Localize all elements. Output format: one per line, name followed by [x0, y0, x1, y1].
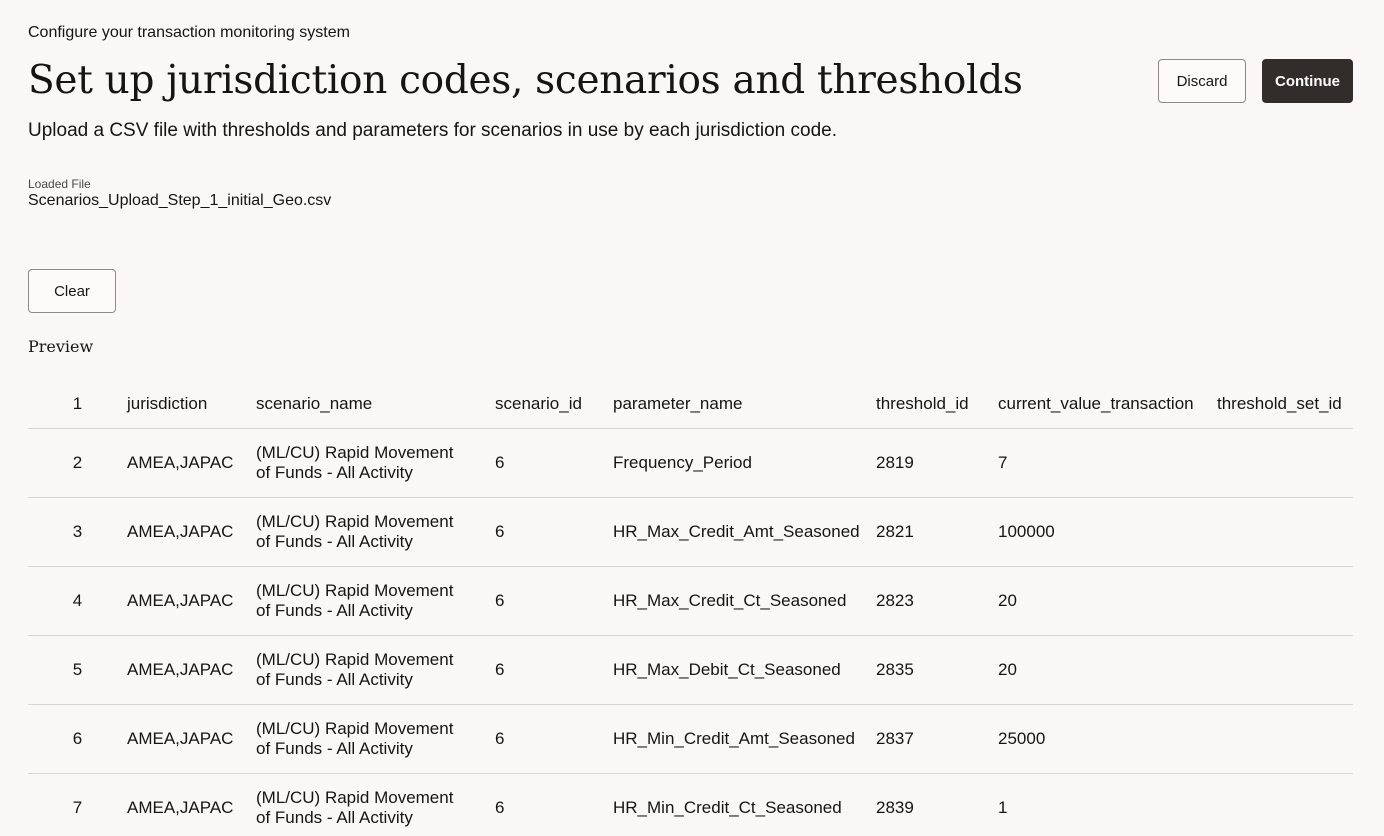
- cell-current-value: 25000: [998, 704, 1217, 774]
- cell-scenario-name: (ML/CU) Rapid Movement of Funds - All Ac…: [256, 566, 495, 636]
- cell-scenario-name: (ML/CU) Rapid Movement of Funds - All Ac…: [256, 635, 495, 705]
- cell-scenario-name: (ML/CU) Rapid Movement of Funds - All Ac…: [256, 773, 495, 836]
- scenario-name-text: (ML/CU) Rapid Movement of Funds - All Ac…: [256, 788, 454, 827]
- discard-button[interactable]: Discard: [1158, 59, 1246, 103]
- page-subtitle: Configure your transaction monitoring sy…: [28, 24, 350, 41]
- table-row: 2 AMEA,JAPAC (ML/CU) Rapid Movement of Fun…: [28, 428, 1353, 498]
- cell-current-value: 7: [998, 428, 1217, 498]
- page-title: Set up jurisdiction codes, scenarios and…: [28, 58, 1023, 103]
- continue-button[interactable]: Continue: [1262, 59, 1353, 103]
- cell-num: 6: [28, 704, 127, 774]
- cell-threshold-id: 2823: [876, 566, 998, 636]
- cell-jurisdiction: AMEA,JAPAC: [127, 635, 256, 705]
- cell-parameter-name: HR_Min_Credit_Amt_Seasoned: [613, 704, 876, 774]
- cell-current-value: 20: [998, 566, 1217, 636]
- cell-num: 3: [28, 497, 127, 567]
- cell-jurisdiction: AMEA,JAPAC: [127, 497, 256, 567]
- scenario-name-text: (ML/CU) Rapid Movement of Funds - All Ac…: [256, 719, 454, 758]
- cell-scenario-name: (ML/CU) Rapid Movement of Funds - All Ac…: [256, 497, 495, 567]
- cell-threshold-id: 2835: [876, 635, 998, 705]
- scenario-name-text: (ML/CU) Rapid Movement of Funds - All Ac…: [256, 581, 454, 620]
- loaded-file-label: Loaded File: [28, 177, 91, 191]
- cell-parameter-name: HR_Max_Credit_Amt_Seasoned: [613, 497, 876, 567]
- header-cell-threshold-set-id: threshold_set_id: [1217, 380, 1353, 429]
- table-row: 7 AMEA,JAPAC (ML/CU) Rapid Movement of Fun…: [28, 773, 1353, 836]
- cell-current-value: 100000: [998, 497, 1217, 567]
- header-cell-num: 1: [28, 380, 127, 429]
- header-actions: Discard Continue: [1158, 59, 1353, 103]
- cell-num: 4: [28, 566, 127, 636]
- cell-scenario-id: 6: [495, 773, 613, 836]
- table-row: 6 AMEA,JAPAC (ML/CU) Rapid Movement of Fun…: [28, 704, 1353, 774]
- cell-num: 7: [28, 773, 127, 836]
- cell-threshold-set-id: [1217, 566, 1353, 636]
- preview-table-body: 1 jurisdiction scenario_name scenario_id…: [28, 380, 1353, 836]
- cell-current-value: 1: [998, 773, 1217, 836]
- table-row: 4 AMEA,JAPAC (ML/CU) Rapid Movement of Fun…: [28, 566, 1353, 636]
- page-description: Upload a CSV file with thresholds and pa…: [28, 120, 837, 141]
- cell-num: 5: [28, 635, 127, 705]
- page: Configure your transaction monitoring sy…: [0, 0, 1384, 836]
- cell-parameter-name: HR_Max_Debit_Ct_Seasoned: [613, 635, 876, 705]
- cell-threshold-id: 2819: [876, 428, 998, 498]
- cell-parameter-name: Frequency_Period: [613, 428, 876, 498]
- cell-threshold-set-id: [1217, 635, 1353, 705]
- scenario-name-text: (ML/CU) Rapid Movement of Funds - All Ac…: [256, 443, 454, 482]
- clear-button[interactable]: Clear: [28, 269, 116, 313]
- scenario-name-text: (ML/CU) Rapid Movement of Funds - All Ac…: [256, 512, 454, 551]
- cell-jurisdiction: AMEA,JAPAC: [127, 566, 256, 636]
- cell-threshold-set-id: [1217, 773, 1353, 836]
- header-cell-scenario-name: scenario_name: [256, 380, 495, 429]
- cell-threshold-set-id: [1217, 704, 1353, 774]
- header-cell-scenario-id: scenario_id: [495, 380, 613, 429]
- cell-scenario-id: 6: [495, 497, 613, 567]
- table-row: 5 AMEA,JAPAC (ML/CU) Rapid Movement of Fun…: [28, 635, 1353, 705]
- cell-scenario-id: 6: [495, 566, 613, 636]
- cell-threshold-id: 2837: [876, 704, 998, 774]
- cell-jurisdiction: AMEA,JAPAC: [127, 428, 256, 498]
- scenario-name-text: (ML/CU) Rapid Movement of Funds - All Ac…: [256, 650, 454, 689]
- cell-threshold-id: 2839: [876, 773, 998, 836]
- cell-scenario-id: 6: [495, 428, 613, 498]
- cell-scenario-name: (ML/CU) Rapid Movement of Funds - All Ac…: [256, 704, 495, 774]
- cell-jurisdiction: AMEA,JAPAC: [127, 704, 256, 774]
- cell-jurisdiction: AMEA,JAPAC: [127, 773, 256, 836]
- cell-threshold-id: 2821: [876, 497, 998, 567]
- cell-current-value: 20: [998, 635, 1217, 705]
- header-cell-jurisdiction: jurisdiction: [127, 380, 256, 429]
- table-row: 3 AMEA,JAPAC (ML/CU) Rapid Movement of Fun…: [28, 497, 1353, 567]
- cell-num: 2: [28, 428, 127, 498]
- cell-threshold-set-id: [1217, 497, 1353, 567]
- header-cell-current-value: current_value_transaction: [998, 380, 1217, 429]
- header-cell-parameter-name: parameter_name: [613, 380, 876, 429]
- cell-parameter-name: HR_Min_Credit_Ct_Seasoned: [613, 773, 876, 836]
- preview-table: 1 jurisdiction scenario_name scenario_id…: [28, 380, 1353, 836]
- cell-parameter-name: HR_Max_Credit_Ct_Seasoned: [613, 566, 876, 636]
- table-header-row: 1 jurisdiction scenario_name scenario_id…: [28, 380, 1353, 429]
- cell-scenario-name: (ML/CU) Rapid Movement of Funds - All Ac…: [256, 428, 495, 498]
- cell-threshold-set-id: [1217, 428, 1353, 498]
- cell-scenario-id: 6: [495, 704, 613, 774]
- cell-scenario-id: 6: [495, 635, 613, 705]
- preview-label: Preview: [28, 337, 94, 356]
- header-cell-threshold-id: threshold_id: [876, 380, 998, 429]
- loaded-file-name: Scenarios_Upload_Step_1_initial_Geo.csv: [28, 192, 332, 209]
